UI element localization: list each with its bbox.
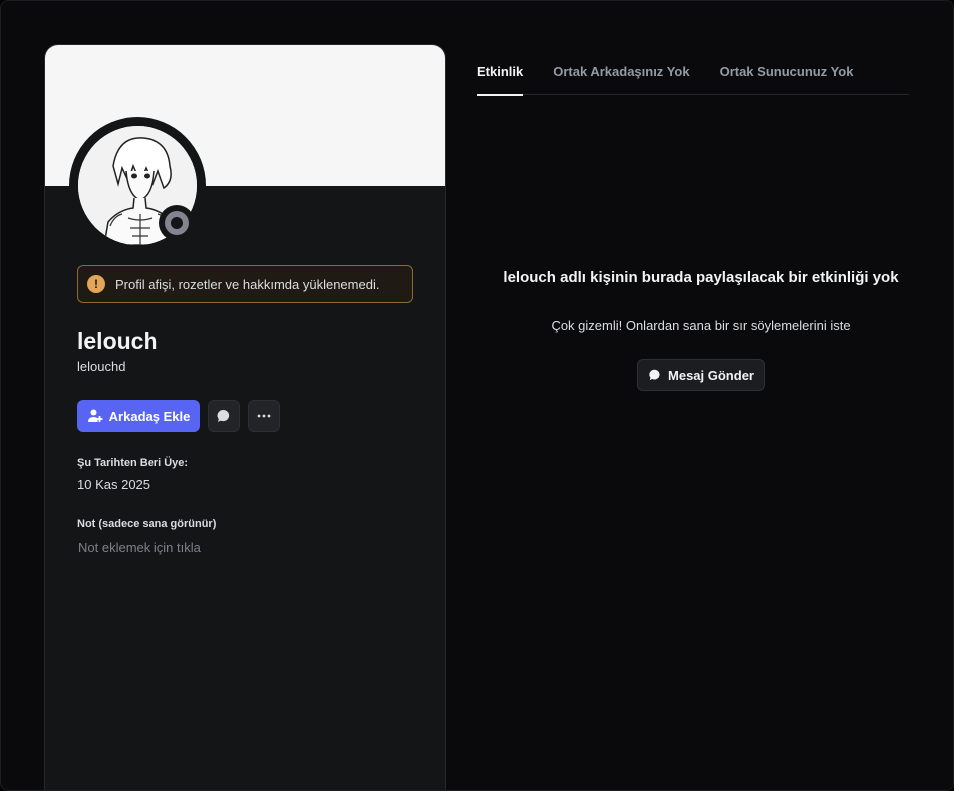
ellipsis-icon (257, 414, 271, 418)
warning-text: Profil afişi, rozetler ve hakkımda yükle… (115, 276, 380, 292)
tab-mutual-friends[interactable]: Ortak Arkadaşınız Yok (553, 64, 689, 95)
profile-tabs: Etkinlik Ortak Arkadaşınız Yok Ortak Sun… (477, 64, 909, 96)
add-friend-button[interactable]: Arkadaş Ekle (77, 400, 200, 432)
user-profile-modal: ! Profil afişi, rozetler ve hakkımda yük… (0, 0, 954, 791)
note-title: Not (sadece sana görünür) (77, 518, 217, 530)
tab-mutual-servers[interactable]: Ortak Sunucunuz Yok (720, 64, 854, 95)
status-indicator (159, 205, 195, 241)
send-message-button[interactable]: Mesaj Gönder (637, 359, 765, 391)
tab-activity[interactable]: Etkinlik (477, 64, 524, 96)
more-options-button[interactable] (248, 400, 280, 432)
chat-bubble-icon (649, 369, 660, 381)
member-since-value: 10 Kas 2025 (77, 477, 151, 492)
chat-bubble-icon (217, 409, 230, 422)
note-input[interactable]: Not eklemek için tıkla (78, 540, 201, 555)
activity-empty-subtitle: Çok gizemli! Onlardan sana bir sır söyle… (551, 318, 851, 333)
profile-card: ! Profil afişi, rozetler ve hakkımda yük… (44, 44, 446, 790)
offline-status-icon (165, 211, 189, 235)
display-name: lelouch (77, 328, 158, 354)
activity-empty-title: lelouch adlı kişinin burada paylaşılacak… (503, 269, 899, 286)
exclamation-circle-icon: ! (87, 275, 105, 293)
username[interactable]: lelouchd (77, 359, 125, 374)
profile-load-warning: ! Profil afişi, rozetler ve hakkımda yük… (77, 265, 413, 303)
message-button[interactable] (208, 400, 240, 432)
add-friend-label: Arkadaş Ekle (108, 408, 191, 424)
profile-actions: Arkadaş Ekle (77, 400, 280, 432)
member-since-title: Şu Tarihten Beri Üye: (77, 457, 189, 469)
send-message-label: Mesaj Gönder (668, 367, 754, 383)
add-user-icon (87, 409, 103, 422)
